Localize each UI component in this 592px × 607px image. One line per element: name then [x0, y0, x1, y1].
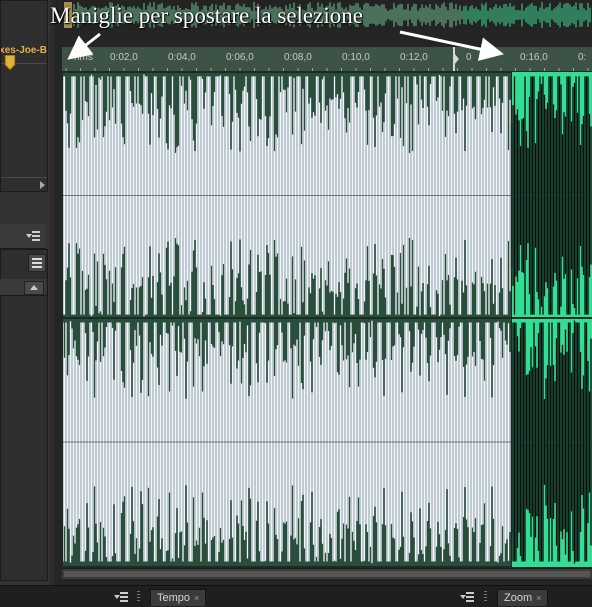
tab-zoom[interactable]: Zoom × [497, 589, 549, 606]
panel-menu-icon[interactable] [26, 231, 42, 241]
time-ruler[interactable]: hms 0:02,0 0:04,0 0:06,0 0:08,0 0:10,0 0:12,0 0… [62, 47, 592, 71]
ruler-tick-label: 0:02,0 [110, 52, 138, 63]
panel-header [0, 224, 46, 249]
close-icon[interactable]: × [194, 593, 199, 603]
waveform [62, 72, 592, 567]
ruler-ticks [65, 68, 589, 71]
drag-grip-icon[interactable] [137, 591, 140, 603]
ruler-tick-label: 0:12,0 [400, 52, 428, 63]
ruler-tick-label: 0: [578, 52, 587, 63]
tab-label: Tempo [157, 592, 191, 604]
filter-list-icon[interactable] [28, 254, 46, 272]
scrollbar-thumb[interactable] [64, 571, 590, 577]
side-panel [0, 249, 48, 581]
scroll-right-arrow-icon[interactable] [40, 181, 45, 189]
panel-menu-icon[interactable] [460, 592, 476, 602]
close-icon[interactable]: × [536, 593, 541, 603]
ruler-tick-label: 0:16,0 [520, 52, 548, 63]
files-panel: xes-Joe-B [0, 0, 48, 192]
bottom-panel-bar: Tempo × Zoom × [0, 585, 592, 607]
panel-menu-icon[interactable] [114, 592, 130, 602]
horizontal-scrollbar[interactable] [62, 568, 592, 579]
annotation-label: Maniglie per spostare la selezione [50, 3, 363, 28]
ruler-tick-label: 0 [466, 52, 472, 63]
tab-tempo[interactable]: Tempo × [150, 589, 207, 606]
divider [1, 177, 47, 178]
selection-start-handle-icon[interactable] [4, 55, 16, 71]
ruler-tick-label: 0:10,0 [342, 52, 370, 63]
left-panels: xes-Joe-B [0, 0, 50, 585]
collapse-up-icon[interactable] [24, 281, 44, 295]
waveform-display[interactable] [62, 72, 592, 567]
drag-grip-icon[interactable] [484, 591, 487, 603]
ruler-tick-label: 0:06,0 [226, 52, 254, 63]
ruler-tick-label: hms [74, 52, 93, 63]
selection-end-handle-icon[interactable] [450, 47, 460, 71]
ruler-tick-label: 0:04,0 [168, 52, 196, 63]
ruler-tick-label: 0:08,0 [284, 52, 312, 63]
tab-label: Zoom [504, 592, 533, 604]
waveform-editor: hms 0:02,0 0:04,0 0:06,0 0:08,0 0:10,0 0:12,0 0… [54, 0, 592, 585]
